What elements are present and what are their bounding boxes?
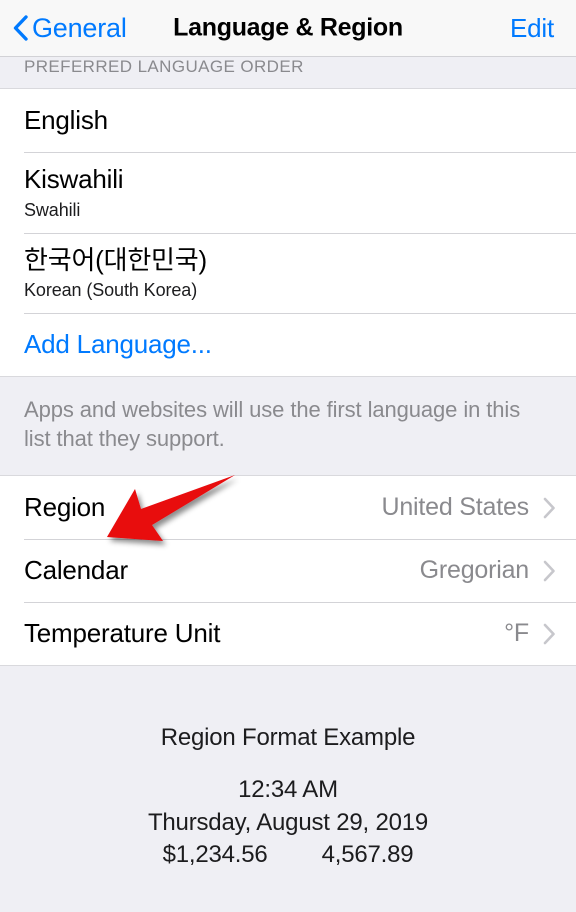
language-title: English — [24, 104, 108, 135]
row-temperature-unit[interactable]: Temperature Unit °F — [0, 602, 576, 666]
chevron-right-icon — [543, 560, 555, 582]
language-footer-note: Apps and websites will use the first lan… — [0, 377, 576, 476]
chevron-right-icon — [543, 497, 555, 519]
navigation-bar: General Language & Region Edit — [0, 0, 576, 57]
row-value: United States — [381, 493, 530, 522]
chevron-right-icon — [543, 623, 555, 645]
row-label: Region — [24, 491, 106, 522]
region-settings-group: Region United States Calendar Gregorian … — [0, 475, 576, 667]
region-format-example-title: Region Format Example — [160, 724, 416, 752]
language-subtitle: Korean (South Korea) — [24, 280, 198, 301]
region-format-example: Region Format Example 12:34 AM Thursday,… — [0, 666, 576, 872]
row-value: Gregorian — [419, 556, 530, 585]
language-subtitle: Swahili — [24, 199, 81, 220]
language-title: Kiswahili — [24, 164, 124, 194]
add-language-button[interactable]: Add Language... — [0, 313, 576, 377]
section-header-preferred-language-order: PREFERRED LANGUAGE ORDER — [0, 57, 576, 88]
row-region[interactable]: Region United States — [0, 476, 576, 540]
row-label: Calendar — [24, 554, 128, 585]
language-title: 한국어(대한민국) — [24, 244, 207, 275]
example-numbers: $1,234.56 4,567.89 — [0, 839, 576, 871]
row-value: °F — [504, 619, 529, 648]
back-button-label: General — [32, 12, 127, 43]
back-button-general[interactable]: General — [12, 14, 127, 42]
edit-button[interactable]: Edit — [510, 15, 554, 41]
add-language-label: Add Language... — [24, 328, 212, 359]
row-accessory: °F — [504, 619, 556, 648]
example-time: 12:34 AM — [238, 776, 338, 804]
example-currency-value: $1,234.56 — [162, 841, 268, 868]
list-item-korean[interactable]: 한국어(대한민국) Korean (South Korea) — [0, 232, 576, 314]
example-number-value: 4,567.89 — [321, 841, 414, 868]
row-calendar[interactable]: Calendar Gregorian — [0, 539, 576, 603]
list-item-english[interactable]: English — [0, 89, 576, 152]
row-label: Temperature Unit — [24, 617, 221, 648]
chevron-left-icon — [13, 15, 28, 41]
list-item-kiswahili[interactable]: Kiswahili Swahili — [0, 152, 576, 233]
row-accessory: United States — [382, 493, 557, 522]
language-list-group: English Kiswahili Swahili 한국어(대한민국) Kore… — [0, 88, 576, 378]
example-date: Thursday, August 29, 2019 — [147, 808, 429, 836]
row-accessory: Gregorian — [420, 556, 556, 585]
